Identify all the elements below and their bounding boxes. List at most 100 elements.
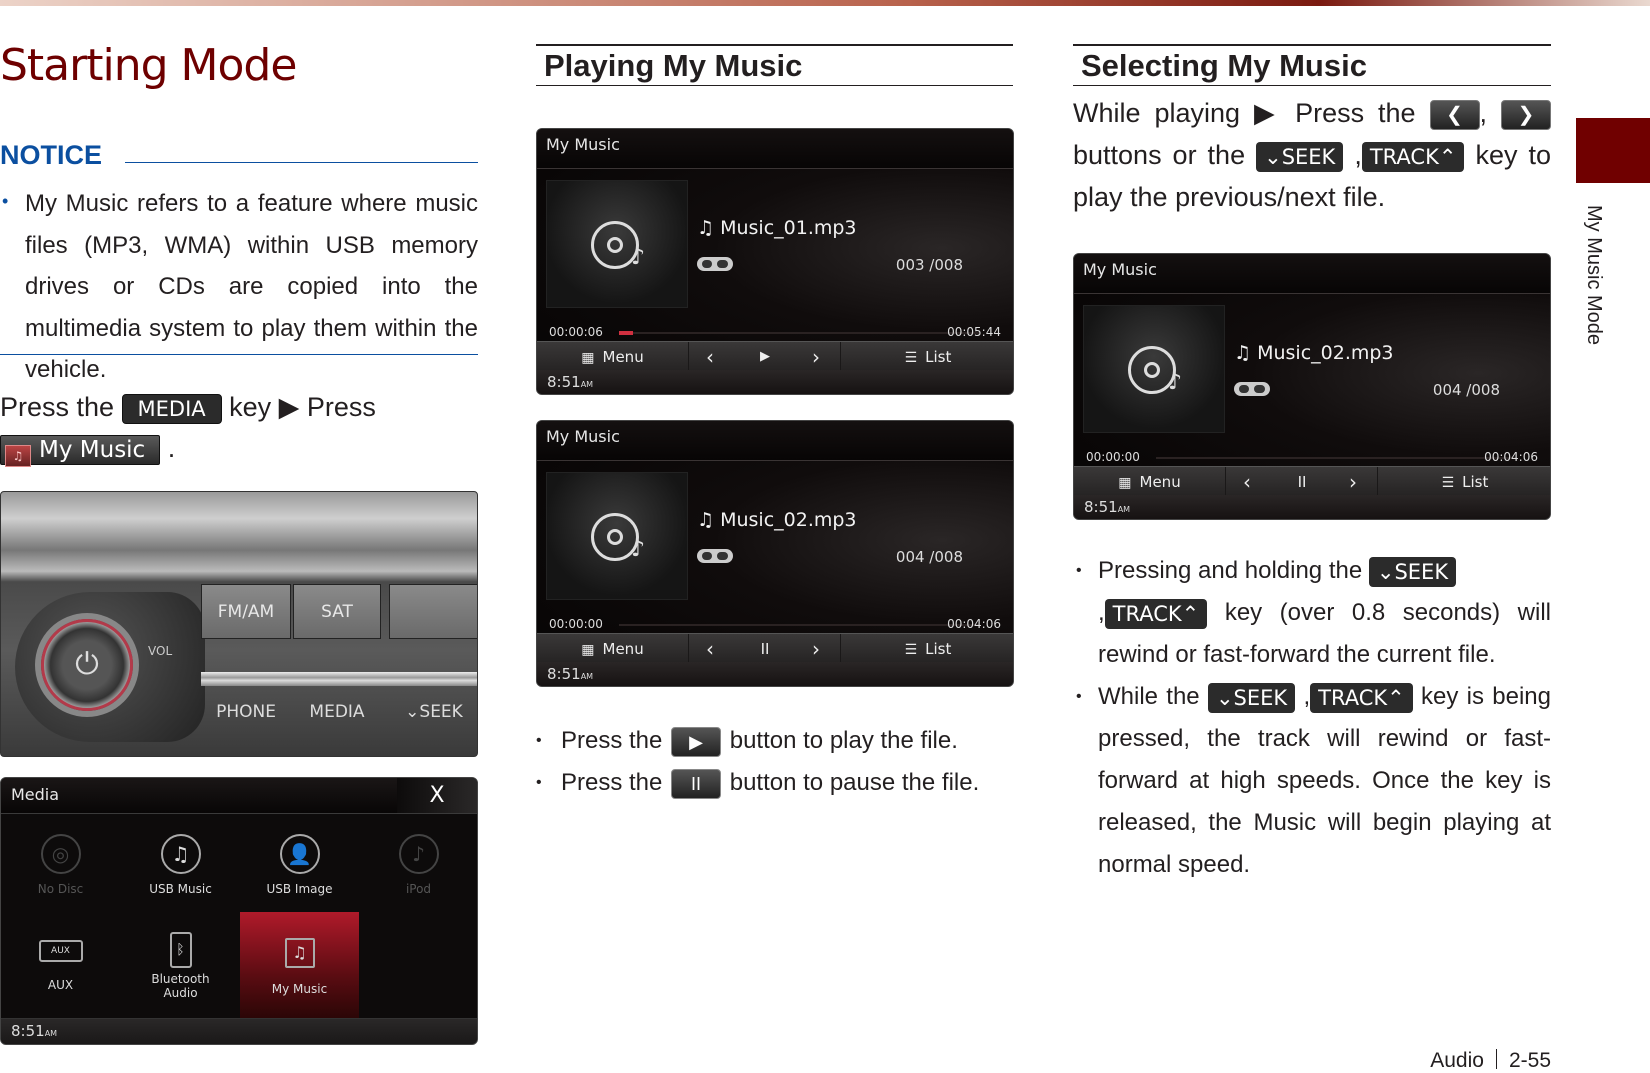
- close-button[interactable]: X: [397, 778, 477, 813]
- note-icon: ♫: [1234, 342, 1258, 364]
- prev-button[interactable]: ‹: [1232, 467, 1262, 497]
- player-screen-2: My Music ♪ ♫ Music_02.mp3 004 /008 00:00…: [536, 420, 1014, 687]
- play-button[interactable]: ▶: [750, 342, 780, 372]
- prev-button[interactable]: ‹: [695, 342, 725, 372]
- list-icon: ☰: [904, 642, 918, 658]
- next-button[interactable]: ›: [801, 634, 831, 664]
- repeat-shuffle-badge: [1234, 382, 1270, 396]
- seek-button[interactable]: ⌄SEEK: [389, 692, 477, 732]
- tile-label: Bluetooth Audio: [151, 972, 210, 1000]
- total-time: 00:04:06: [1484, 450, 1538, 464]
- list-item: • Press the ▶ button to play the file.: [536, 720, 1013, 762]
- clock-ampm: AM: [580, 380, 594, 389]
- list-item: • Pressing and holding the ⌄SEEK, TRACK⌃ k…: [1073, 550, 1551, 676]
- bullet-icon: •: [536, 774, 542, 791]
- tile-label: iPod: [405, 882, 432, 896]
- media-button[interactable]: MEDIA: [293, 692, 381, 732]
- music-note-icon: ♪: [631, 245, 646, 270]
- bullet-text: While the: [1098, 683, 1200, 710]
- progress-fill: [619, 331, 634, 335]
- track-filename: ♫ Music_02.mp3: [697, 509, 857, 531]
- tile-usb-music[interactable]: ♫ USB Music: [121, 816, 240, 924]
- tile-label: AUX: [47, 978, 74, 992]
- sat-button[interactable]: SAT: [293, 584, 381, 639]
- press-instruction: Press the MEDIA key ▶ Press ♫ My Music .: [0, 387, 478, 469]
- power-volume-knob[interactable]: ⏻: [41, 619, 133, 711]
- progress-bar[interactable]: [619, 624, 979, 626]
- player-header: My Music: [537, 421, 1013, 461]
- bullet-text: ,: [1098, 599, 1105, 626]
- grid-icon: ▦: [1118, 475, 1132, 491]
- fm-am-button[interactable]: FM/AM: [201, 584, 291, 639]
- menu-button[interactable]: ▦ Menu: [537, 342, 689, 372]
- player-header: My Music: [537, 129, 1013, 169]
- player-header: My Music: [1074, 254, 1550, 294]
- next-button-graphic: ❯: [1500, 99, 1551, 130]
- progress-bar[interactable]: [1156, 457, 1516, 459]
- player-screen-1: My Music ♪ ♫ Music_01.mp3 003 /008 00:00…: [536, 128, 1014, 395]
- status-bar: 8:51AM: [537, 370, 1013, 394]
- bluetooth-phone-icon: ᛒ: [169, 932, 192, 968]
- menu-button[interactable]: ▦ Menu: [1074, 467, 1226, 497]
- media-title: Media: [11, 785, 60, 804]
- next-button[interactable]: ›: [801, 342, 831, 372]
- menu-label: Menu: [602, 640, 644, 658]
- bullet-icon: •: [1076, 688, 1082, 705]
- aux-plug-icon: AUX: [38, 940, 83, 962]
- phone-button[interactable]: PHONE: [201, 692, 291, 732]
- top-accent-bar: [0, 0, 1650, 6]
- tile-no-disc[interactable]: ◎ No Disc: [1, 816, 120, 924]
- track-count: 004 /008: [895, 548, 963, 566]
- tile-label: USB Image: [266, 882, 333, 896]
- album-art: ♪: [546, 472, 688, 600]
- track-key-graphic: TRACK⌃: [1361, 141, 1465, 172]
- chapter-label: My Music Mode: [1583, 205, 1605, 346]
- instruction-text: .: [167, 433, 176, 463]
- page-number: 2-55: [1508, 1049, 1551, 1072]
- clock-ampm: AM: [1117, 505, 1131, 514]
- media-key: MEDIA: [121, 393, 222, 424]
- usb-image-icon: 👤: [279, 834, 320, 874]
- player-title: My Music: [546, 427, 620, 446]
- music-note-icon: ♪: [1168, 370, 1183, 395]
- seek-key-graphic: ⌄SEEK: [1256, 141, 1344, 172]
- status-bar: 8:51AM: [1074, 495, 1550, 519]
- clock-ampm: AM: [580, 672, 594, 681]
- selecting-heading-text: Selecting My Music: [1081, 48, 1367, 83]
- menu-button[interactable]: ▦ Menu: [537, 634, 689, 664]
- next-button[interactable]: ›: [1338, 467, 1368, 497]
- instruction-text: key ▶ Press: [229, 392, 376, 422]
- tile-usb-image[interactable]: 👤 USB Image: [240, 816, 359, 924]
- disc-slot: [389, 584, 477, 639]
- tile-ipod[interactable]: ♪ iPod: [359, 816, 477, 924]
- repeat-shuffle-badge: [697, 549, 733, 563]
- total-time: 00:05:44: [947, 325, 1001, 339]
- list-label: List: [925, 348, 952, 366]
- pause-button[interactable]: II: [1287, 467, 1317, 497]
- list-button[interactable]: ☰ List: [1378, 467, 1550, 497]
- tile-bluetooth-audio[interactable]: ᛒ Bluetooth Audio: [121, 912, 240, 1020]
- menu-label: Menu: [602, 348, 644, 366]
- footer-section: Audio: [1430, 1049, 1484, 1072]
- list-button[interactable]: ☰ List: [841, 634, 1013, 664]
- pause-button-graphic: II: [671, 768, 722, 799]
- tile-aux[interactable]: AUX AUX: [1, 912, 120, 1020]
- chrome-strip: [201, 672, 477, 686]
- pause-button[interactable]: II: [750, 634, 780, 664]
- intro-text: ,: [1479, 98, 1488, 128]
- tile-my-music[interactable]: ♫ My Music: [240, 912, 359, 1019]
- playing-bullets: • Press the ▶ button to play the file. • P…: [536, 720, 1013, 804]
- intro-text: buttons or the: [1073, 140, 1246, 170]
- notice-text-block: • My Music refers to a feature where mus…: [0, 183, 478, 391]
- intro-text: ,: [1354, 140, 1362, 170]
- page-footer: Audio 2-55: [1430, 1049, 1551, 1073]
- control-bar: ▦ Menu ‹ II › ☰ List: [537, 633, 1013, 664]
- bullet-text: Press the: [561, 769, 663, 796]
- my-music-label: My Music: [39, 436, 146, 463]
- progress-bar[interactable]: [619, 331, 979, 335]
- notice-title: NOTICE: [0, 140, 103, 170]
- prev-button[interactable]: ‹: [695, 634, 725, 664]
- list-button[interactable]: ☰ List: [841, 342, 1013, 372]
- bullet-icon: •: [2, 191, 9, 211]
- list-label: List: [1462, 473, 1489, 491]
